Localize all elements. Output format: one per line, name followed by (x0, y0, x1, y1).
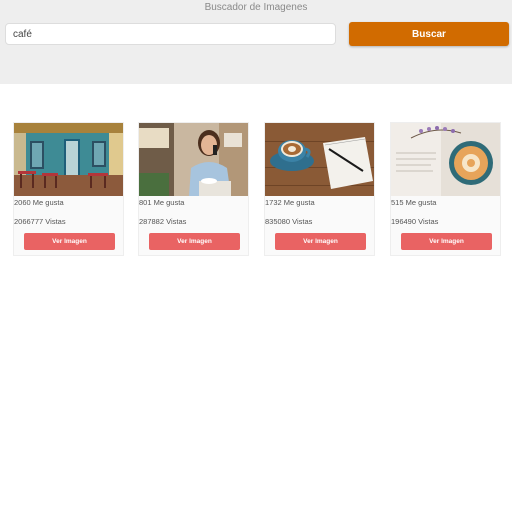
likes-count: 515 Me gusta (391, 198, 437, 207)
result-card: 1732 Me gusta 835080 Vistas Ver Imagen (264, 122, 375, 256)
app-title: Buscador de Imagenes (204, 2, 308, 13)
view-image-button[interactable]: Ver Imagen (275, 233, 366, 250)
view-image-button[interactable]: Ver Imagen (24, 233, 115, 250)
search-button[interactable]: Buscar (349, 22, 509, 46)
result-card: 801 Me gusta 287882 Vistas Ver Imagen (138, 122, 249, 256)
woman-on-phone-photo[interactable] (139, 123, 248, 196)
view-image-button[interactable]: Ver Imagen (401, 233, 492, 250)
coffee-book-flowers-photo[interactable] (391, 123, 500, 196)
likes-count: 1732 Me gusta (265, 198, 315, 207)
coffee-cup-notebook-photo[interactable] (265, 123, 374, 196)
cafe-street-photo[interactable] (14, 123, 123, 196)
views-count: 835080 Vistas (265, 217, 313, 226)
search-input[interactable] (5, 23, 336, 45)
search-header: Buscador de Imagenes Buscar (0, 0, 512, 84)
result-card: 515 Me gusta 196490 Vistas Ver Imagen (390, 122, 501, 256)
likes-count: 801 Me gusta (139, 198, 185, 207)
views-count: 2066777 Vistas (14, 217, 66, 226)
views-count: 196490 Vistas (391, 217, 439, 226)
views-count: 287882 Vistas (139, 217, 187, 226)
likes-count: 2060 Me gusta (14, 198, 64, 207)
result-card: 2060 Me gusta 2066777 Vistas Ver Imagen (13, 122, 124, 256)
view-image-button[interactable]: Ver Imagen (149, 233, 240, 250)
